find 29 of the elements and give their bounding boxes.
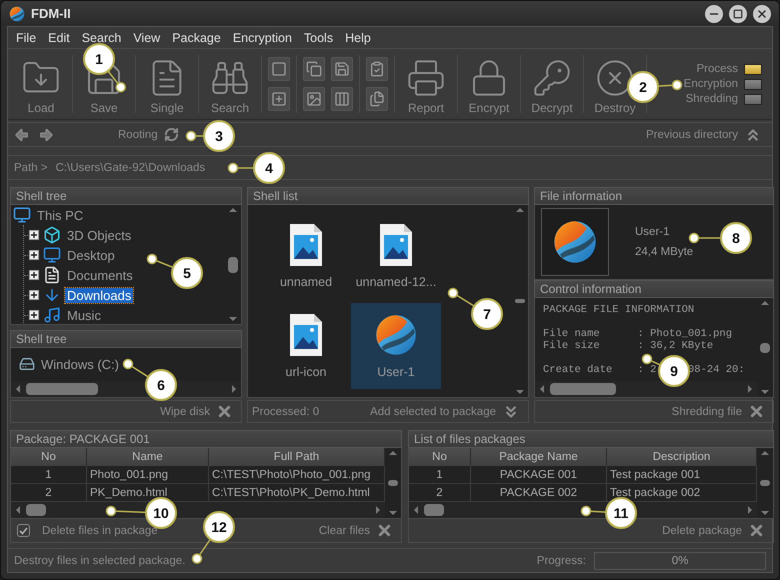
table-cell: Photo_001.png <box>87 466 209 484</box>
panel-header: Shell list <box>247 187 529 205</box>
info-line: File size : 36,2 KByte <box>543 340 714 352</box>
info-line: Create date : 2 <box>543 364 656 376</box>
info-heading: PACKAGE FILE INFORMATION <box>543 304 694 316</box>
panel-header: Shell tree <box>10 330 242 348</box>
path-label: Path > <box>14 162 48 174</box>
panel-header: Control information <box>534 280 774 298</box>
file-name: User-1 <box>635 226 671 238</box>
progress-label: Progress: <box>536 554 586 566</box>
table-cell: Test package 001 <box>607 466 757 484</box>
window-title: FDM-II <box>31 6 72 21</box>
panel-header: File information <box>534 187 774 205</box>
table-cell: PACKAGE 001 <box>471 466 607 484</box>
indicator-label: Encryption <box>684 78 738 90</box>
progress-bar: 0% <box>594 552 766 570</box>
info-line: File name : Photo_001.png <box>543 328 732 340</box>
panel-header: Package: PACKAGE 001 <box>10 430 402 448</box>
file-size: 24,4 MByte <box>635 246 694 258</box>
table-cell: C:\TEST\Photo\Photo_001.png <box>209 466 385 484</box>
status-message: Destroy files in selected package. <box>14 554 186 566</box>
panel-header: List of files packages <box>408 430 774 448</box>
table-cell: 1 <box>11 466 87 484</box>
indicator-label: Shredding <box>686 93 738 105</box>
path-value: C:\Users\Gate-92\Downloads <box>56 162 206 174</box>
panel-header: Shell tree <box>10 187 242 205</box>
processed-count: Processed: 0 <box>252 406 320 418</box>
indicator-label: Process <box>696 63 738 75</box>
table-cell: 1 <box>409 466 471 484</box>
